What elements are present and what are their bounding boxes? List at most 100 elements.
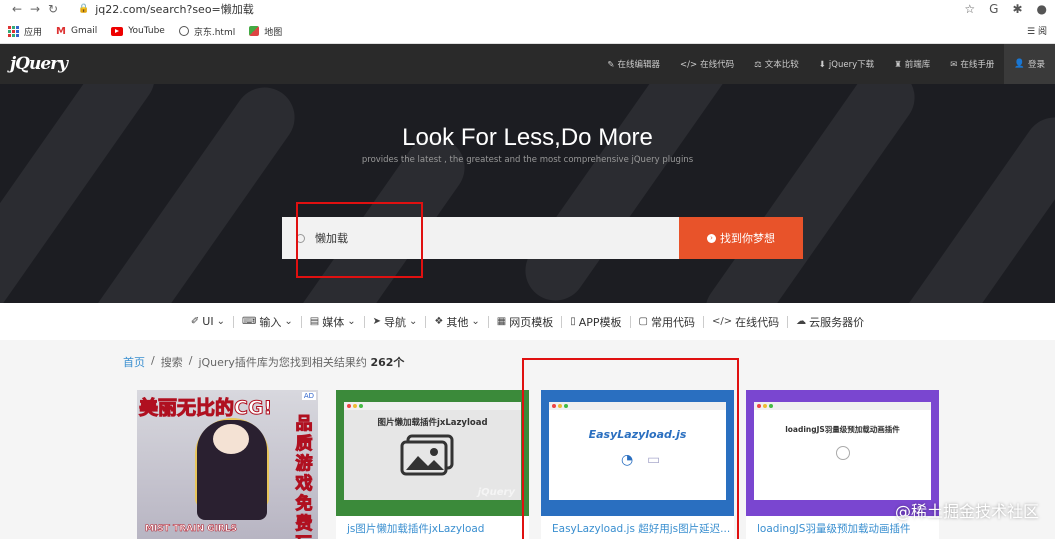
chevron-down-icon: ⌄ xyxy=(216,316,225,327)
site-header: jQuery ✎ 在线编辑器 </> 在线代码 ⚖ 文本比较 ⬇ jQuery下载 ♜ 前… xyxy=(0,44,1055,84)
card-inner-title: loadingJS羽量级预加载动画插件 xyxy=(785,425,900,434)
extension-g-icon[interactable]: G xyxy=(989,2,998,16)
card-thumbnail[interactable]: 图片懒加载插件jxLazyload jQuery xyxy=(336,390,529,516)
ad-vertical-text: 品质游戏免费玩 xyxy=(295,414,313,539)
user-icon: 👤 xyxy=(1014,59,1025,69)
window-bar xyxy=(344,402,521,410)
cat-cloud[interactable]: ☁ 云服务器价 xyxy=(788,314,872,330)
breadcrumb-separator: / xyxy=(188,354,193,367)
watermark-text: @稀土掘金技术社区 xyxy=(894,502,1039,521)
ad-brand: MIST TRAIN GIRLS xyxy=(145,524,238,535)
bookmark-maps[interactable]: 地图 xyxy=(249,25,282,38)
breadcrumb-home[interactable]: 首页 xyxy=(123,354,145,370)
bookmark-gmail[interactable]: M Gmail xyxy=(56,26,97,37)
highlight-box xyxy=(522,358,739,539)
cat-nav[interactable]: ➤ 导航 ⌄ xyxy=(365,314,426,330)
top-nav: ✎ 在线编辑器 </> 在线代码 ⚖ 文本比较 ⬇ jQuery下载 ♜ 前端库 ✉ 在线手… xyxy=(597,44,1055,84)
forward-icon[interactable]: → xyxy=(26,2,44,16)
edit-icon: ✎ xyxy=(607,60,615,70)
back-icon[interactable]: ← xyxy=(8,2,26,16)
keyboard-icon: ⌨ xyxy=(241,316,257,327)
breadcrumb: 首页 / 搜索 / jQuery插件库为您找到相关结果约 262个 xyxy=(123,354,404,370)
cat-ui[interactable]: ✐ UI ⌄ xyxy=(183,315,233,328)
search-button[interactable]: › 找到你梦想 xyxy=(679,217,803,259)
result-count: 262个 xyxy=(370,356,405,369)
chevron-down-icon: ⌄ xyxy=(409,316,418,327)
manual-icon: ✉ xyxy=(950,60,958,70)
results-area: 首页 / 搜索 / jQuery插件库为您找到相关结果约 262个 美丽无比的C… xyxy=(0,340,1055,539)
maps-icon xyxy=(249,26,260,36)
cat-online-code[interactable]: </> 在线代码 xyxy=(704,314,787,330)
hero-subtitle: provides the latest , the greatest and t… xyxy=(361,155,694,165)
category-bar: ✐ UI ⌄ ⌨ 输入 ⌄ ▤ 媒体 ⌄ ➤ 导航 ⌄ ❖ 其他 ⌄ ▦ 网页模板 ▯ APP模板 ▢ 常… xyxy=(0,303,1055,340)
nav-online-code[interactable]: </> 在线代码 xyxy=(670,58,744,70)
card-inner-title: 图片懒加载插件jxLazyload xyxy=(377,418,488,428)
globe-icon xyxy=(178,26,189,36)
result-summary: jQuery插件库为您找到相关结果约 262个 xyxy=(198,356,405,369)
ad-label[interactable]: AD xyxy=(301,392,316,400)
youtube-icon xyxy=(111,26,124,36)
send-icon: ➤ xyxy=(372,316,382,327)
bookmark-apps[interactable]: 应用 xyxy=(8,25,42,38)
ad-character-face xyxy=(213,424,249,454)
chevron-down-icon: ⌄ xyxy=(347,316,356,327)
code-icon: </> xyxy=(711,316,733,327)
spinner-icon xyxy=(836,446,850,460)
decor-stripe xyxy=(513,84,747,303)
address-bar[interactable]: 🔒 jq22.com/search?seo=懒加载 xyxy=(78,1,254,17)
bookmark-youtube[interactable]: YouTube xyxy=(111,26,165,36)
hero-title: Look For Less,Do More xyxy=(402,124,653,151)
download-icon: ⬇ xyxy=(818,60,826,70)
cat-other[interactable]: ❖ 其他 ⌄ xyxy=(426,314,487,330)
code-icon: </> xyxy=(680,60,698,70)
nav-login[interactable]: 👤 登录 xyxy=(1004,44,1055,84)
ad-banner[interactable]: 美丽无比的CG! 品质游戏免费玩 AD MIST TRAIN GIRLS xyxy=(137,390,318,539)
bookmark-jd[interactable]: 京东.html xyxy=(178,25,235,38)
phone-icon: ▯ xyxy=(570,316,576,327)
star-icon[interactable]: ☆ xyxy=(964,2,975,16)
plugin-card[interactable]: 图片懒加载插件jxLazyload jQuery js图片懒加载插件jxLazy… xyxy=(336,390,529,539)
highlight-box xyxy=(296,202,423,278)
grid-icon: ▦ xyxy=(496,316,507,327)
cat-app-template[interactable]: ▯ APP模板 xyxy=(562,314,629,330)
reload-icon[interactable]: ↻ xyxy=(44,2,62,16)
profile-icon[interactable]: ● xyxy=(1037,2,1047,16)
cat-media[interactable]: ▤ 媒体 ⌄ xyxy=(302,314,364,330)
cat-input[interactable]: ⌨ 输入 ⌄ xyxy=(234,314,301,330)
card-preview: loadingJS羽量级预加载动画插件 xyxy=(754,402,931,500)
cloud-icon: ☁ xyxy=(796,316,807,327)
library-icon: ♜ xyxy=(894,60,902,70)
film-icon: ▤ xyxy=(309,316,320,327)
url-text[interactable]: jq22.com/search?seo=懒加载 xyxy=(95,1,254,17)
jquery-watermark: jQuery xyxy=(887,487,925,498)
card-preview: 图片懒加载插件jxLazyload xyxy=(344,402,521,500)
nav-online-editor[interactable]: ✎ 在线编辑器 xyxy=(597,58,670,70)
chevron-down-icon: ⌄ xyxy=(284,316,293,327)
image-icon xyxy=(400,434,454,476)
gift-icon: ❖ xyxy=(434,316,444,327)
arrow-circle-icon: › xyxy=(707,233,716,243)
nav-manual[interactable]: ✉ 在线手册 xyxy=(940,58,1004,70)
cat-web-template[interactable]: ▦ 网页模板 xyxy=(489,314,561,330)
extensions-icon[interactable]: ✱ xyxy=(1012,2,1022,16)
compare-icon: ⚖ xyxy=(754,60,762,70)
jquery-watermark: jQuery xyxy=(477,487,515,498)
site-logo[interactable]: jQuery xyxy=(10,54,68,74)
nav-jquery-download[interactable]: ⬇ jQuery下载 xyxy=(809,58,884,70)
chevron-down-icon: ⌄ xyxy=(471,316,480,327)
lock-icon: 🔒 xyxy=(78,4,90,14)
gmail-icon: M xyxy=(56,25,66,37)
card-title[interactable]: js图片懒加载插件jxLazyload xyxy=(336,516,529,539)
brush-icon: ✐ xyxy=(190,316,200,327)
nav-frontend-lib[interactable]: ♜ 前端库 xyxy=(884,58,940,70)
ad-headline: 美丽无比的CG! xyxy=(138,397,273,420)
breadcrumb-search: 搜索 xyxy=(160,356,183,369)
decor-stripe xyxy=(693,84,927,303)
nav-text-compare[interactable]: ⚖ 文本比较 xyxy=(744,58,809,70)
hero-banner: Look For Less,Do More provides the lates… xyxy=(0,84,1055,303)
reading-list[interactable]: ☰ 阅 xyxy=(1027,24,1047,37)
file-icon: ▢ xyxy=(638,316,648,327)
browser-toolbar: ← → ↻ 🔒 jq22.com/search?seo=懒加载 ☆ G ✱ ● … xyxy=(0,0,1055,44)
breadcrumb-separator: / xyxy=(151,354,155,367)
cat-common-code[interactable]: ▢ 常用代码 xyxy=(631,314,703,330)
